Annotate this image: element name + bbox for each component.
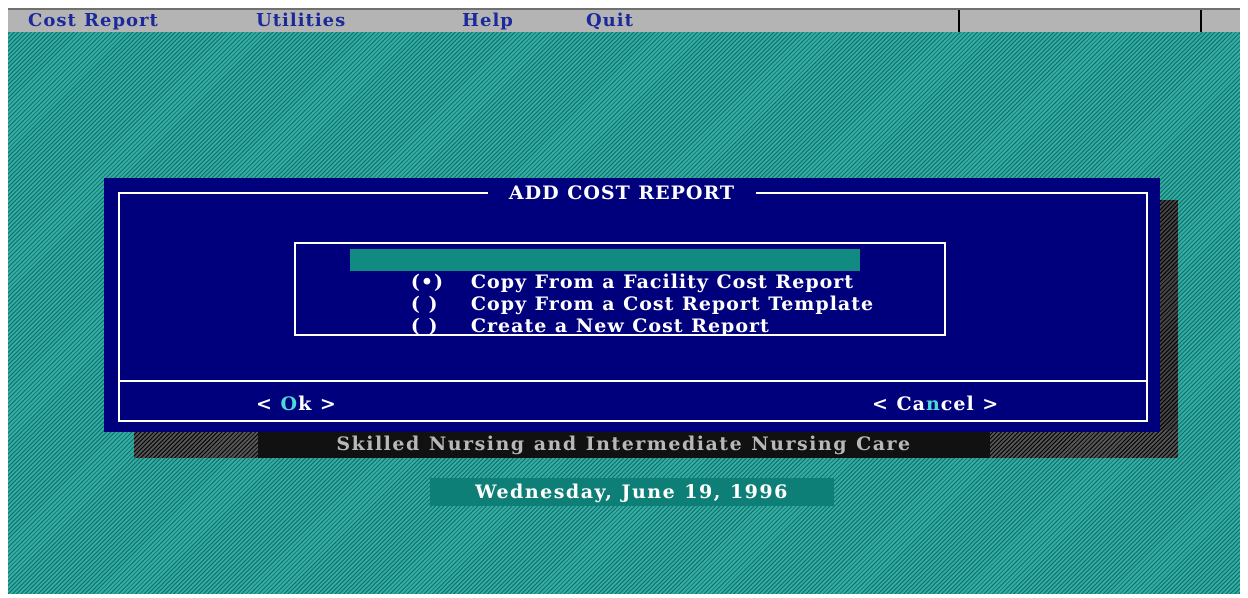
dialog-title: ADD COST REPORT (488, 180, 756, 206)
report-source-options: (•) Copy From a Facility Cost Report ( ) C… (294, 242, 946, 337)
menu-bar: Cost Report Utilities Help Quit (8, 8, 1240, 32)
add-cost-report-dialog: ADD COST REPORT (•) Copy From a Facility … (104, 178, 1160, 432)
cancel-hotkey: n (925, 393, 941, 415)
ok-button[interactable]: < Ok > (256, 392, 337, 416)
dos-screen: Cost Report Utilities Help Quit Skilled … (8, 8, 1240, 594)
dialog-shadow-bottom-right (990, 430, 1178, 458)
menu-cost-report[interactable]: Cost Report (28, 11, 159, 31)
dialog-divider (118, 380, 1148, 382)
option-label: Create a New Cost Report (470, 315, 770, 337)
radio-icon[interactable]: ( ) (411, 315, 471, 337)
option-copy-template[interactable]: ( ) Copy From a Cost Report Template (350, 271, 880, 315)
program-subtitle: Skilled Nursing and Intermediate Nursing… (258, 430, 990, 458)
ok-bracket-right: > (312, 393, 337, 415)
cancel-button[interactable]: < Cancel > (872, 392, 999, 416)
menu-quit[interactable]: Quit (586, 11, 634, 31)
menu-utilities[interactable]: Utilities (256, 11, 346, 31)
ok-hotkey: O (280, 393, 299, 415)
option-copy-facility[interactable]: (•) Copy From a Facility Cost Report (350, 249, 861, 293)
cancel-label-start: < Ca (872, 393, 926, 415)
cancel-label-rest: cel (940, 393, 975, 415)
ok-label-rest: k (298, 393, 313, 415)
option-create-new[interactable]: ( ) Create a New Cost Report (350, 293, 776, 337)
current-date: Wednesday, June 19, 1996 (430, 478, 834, 506)
dialog-shadow-bottom-left (134, 430, 258, 458)
cancel-bracket-right: > (974, 393, 1000, 415)
menu-help[interactable]: Help (462, 11, 514, 31)
menu-separator (1200, 10, 1202, 32)
ok-bracket-left: < (256, 393, 281, 415)
menu-separator (958, 10, 960, 32)
